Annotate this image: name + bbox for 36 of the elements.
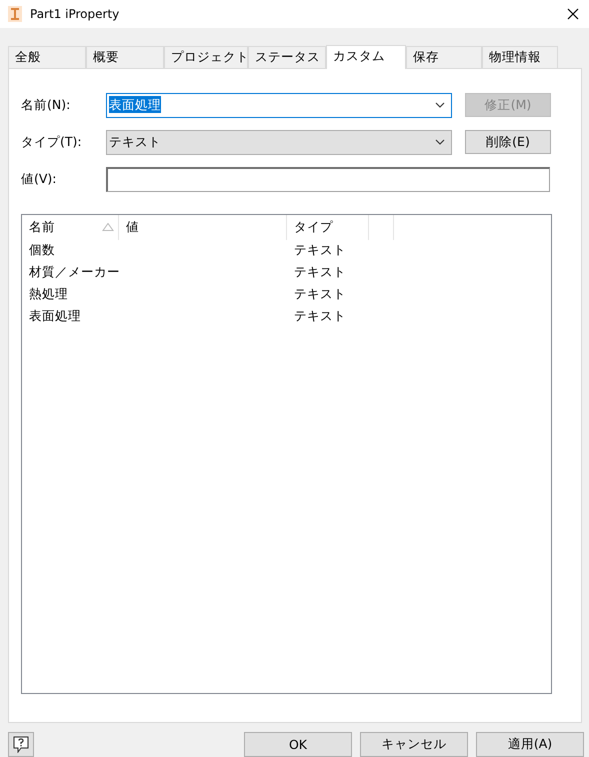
dialog-button[interactable]: OK: [244, 732, 352, 757]
delete-button[interactable]: 削除(E): [465, 130, 551, 154]
table-cell-text: 熱処理: [28, 286, 69, 304]
value-field[interactable]: [106, 166, 550, 192]
name-label: 名前(N):: [21, 96, 72, 114]
column-header[interactable]: タイプ: [287, 214, 369, 240]
sort-icon: [102, 223, 114, 232]
help-icon: [13, 736, 29, 753]
tab[interactable]: 概要: [86, 46, 164, 68]
close-icon[interactable]: [567, 8, 579, 20]
dialog-button[interactable]: キャンセル: [360, 732, 468, 757]
table-cell-text: テキスト: [293, 264, 347, 282]
column-header[interactable]: 値: [119, 214, 287, 240]
help-button[interactable]: [8, 732, 34, 757]
tab[interactable]: プロジェクト: [164, 46, 248, 68]
table-cell-text: 個数: [28, 242, 56, 260]
window-title: Part1 iProperty: [30, 6, 120, 21]
app-icon: [8, 6, 22, 22]
table-cell-text: テキスト: [293, 286, 347, 304]
tab[interactable]: 全般: [8, 46, 86, 68]
table-cell-text: テキスト: [293, 308, 347, 326]
tab[interactable]: 保存: [406, 46, 482, 68]
tab[interactable]: カスタム: [326, 44, 406, 69]
dialog-button[interactable]: 適用(A): [476, 732, 584, 757]
type-combobox[interactable]: テキスト: [106, 130, 452, 155]
type-label: タイプ(T):: [21, 134, 83, 151]
tab[interactable]: 物理情報: [482, 46, 558, 68]
chevron-icon: [435, 139, 445, 146]
value-label: 値(V):: [21, 170, 58, 188]
tab[interactable]: ステータス: [248, 46, 326, 68]
chevron-icon: [435, 102, 445, 108]
table-cell-text: 材質／メーカー: [28, 264, 121, 282]
table-cell-text: 表面処理: [28, 308, 82, 326]
column-header[interactable]: 名前: [22, 214, 119, 240]
table-cell-text: テキスト: [293, 242, 347, 260]
name-combobox[interactable]: 表面処理: [106, 92, 452, 118]
